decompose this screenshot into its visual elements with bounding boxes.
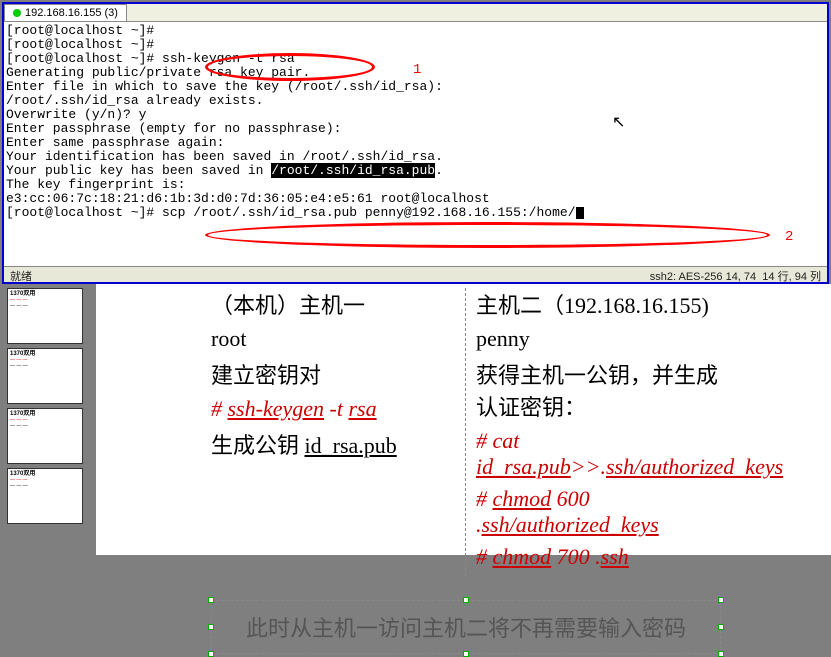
host2-title: 主机二（192.168.16.155) <box>476 288 721 320</box>
thumbnail-slide[interactable]: 1370双用— — —— — — <box>7 348 83 404</box>
resize-handle-icon[interactable] <box>718 624 724 630</box>
resize-handle-icon[interactable] <box>208 624 214 630</box>
status-left: 就绪 <box>10 268 32 281</box>
status-position: 14 行, 94 列 <box>762 271 821 283</box>
status-dot-icon <box>13 9 21 17</box>
resize-handle-icon[interactable] <box>718 651 724 657</box>
terminal-line: Enter passphrase (empty for no passphras… <box>6 122 825 136</box>
terminal-line: [root@localhost ~]# scp /root/.ssh/id_rs… <box>6 206 825 220</box>
presentation-area: 1370双用— — —— — — 1370双用— — —— — — 1370双用… <box>0 284 831 555</box>
resize-handle-icon[interactable] <box>208 597 214 603</box>
tab-ssh-session[interactable]: 192.168.16.155 (3) <box>4 4 127 21</box>
resize-handle-icon[interactable] <box>463 597 469 603</box>
status-bar: 就绪 ssh2: AES-256 14, 74 14 行, 94 列 <box>4 266 827 282</box>
annotation-label-1: 1 <box>413 62 421 78</box>
slide-footer-textbox[interactable]: 此时从主机一访问主机二将不再需要输入密码 <box>211 600 721 654</box>
terminal-window: 192.168.16.155 (3) [root@localhost ~]#[r… <box>2 2 829 284</box>
host2-user: penny <box>476 326 721 352</box>
terminal-line: Enter file in which to save the key (/ro… <box>6 80 825 94</box>
slide-main: （本机）主机一 root 建立密钥对 # ssh-keygen -t rsa 生… <box>96 284 831 555</box>
thumbnail-slide[interactable]: 1370双用— — —— — — <box>7 408 83 464</box>
host1-title: （本机）主机一 <box>211 288 455 320</box>
tab-strip: 192.168.16.155 (3) <box>4 4 827 22</box>
terminal-line: The key fingerprint is: <box>6 178 825 192</box>
host1-step2: 生成公钥 id_rsa.pub <box>211 428 455 460</box>
mouse-cursor-icon: ↖ <box>612 112 625 132</box>
terminal-cursor-icon <box>576 207 584 219</box>
thumbnail-slide[interactable]: 1370双用— — —— — — <box>7 288 83 344</box>
host2-cmd1: # cat id_rsa.pub>>.ssh/authorized_keys <box>476 428 721 480</box>
host2-step1: 获得主机一公钥，并生成认证密钥： <box>476 358 721 422</box>
terminal-line: [root@localhost ~]# <box>6 24 825 38</box>
thumbnail-slide[interactable]: 1370双用— — —— — — <box>7 468 83 524</box>
terminal-line: Enter same passphrase again: <box>6 136 825 150</box>
terminal-body[interactable]: [root@localhost ~]#[root@localhost ~]# [r… <box>4 22 827 222</box>
host2-cmd3: # chmod 700 .ssh <box>476 544 721 570</box>
resize-handle-icon[interactable] <box>463 651 469 657</box>
annotation-label-2: 2 <box>785 229 793 245</box>
status-proto: ssh2: AES-256 14, 74 <box>650 271 756 283</box>
host1-step1: 建立密钥对 <box>211 358 455 390</box>
slide-thumbnails: 1370双用— — —— — — 1370双用— — —— — — 1370双用… <box>0 284 90 555</box>
terminal-line: Overwrite (y/n)? y <box>6 108 825 122</box>
terminal-line: e3:cc:06:7c:18:21:d6:1b:3d:d0:7d:36:05:e… <box>6 192 825 206</box>
slide-col-right: 主机二（192.168.16.155) penny 获得主机一公钥，并生成认证密… <box>466 288 721 576</box>
terminal-line: [root@localhost ~]# <box>6 38 825 52</box>
terminal-line: /root/.ssh/id_rsa already exists. <box>6 94 825 108</box>
resize-handle-icon[interactable] <box>718 597 724 603</box>
slide-col-left: （本机）主机一 root 建立密钥对 # ssh-keygen -t rsa 生… <box>211 288 466 576</box>
host2-cmd2: # chmod 600 .ssh/authorized_keys <box>476 486 721 538</box>
host1-user: root <box>211 326 455 352</box>
terminal-line: Your identification has been saved in /r… <box>6 150 825 164</box>
resize-handle-icon[interactable] <box>208 651 214 657</box>
slide-footer-text: 此时从主机一访问主机二将不再需要输入密码 <box>246 616 686 641</box>
host1-cmd1: # ssh-keygen -t rsa <box>211 396 455 422</box>
tab-title: 192.168.16.155 (3) <box>25 7 118 19</box>
terminal-line: Your public key has been saved in /root/… <box>6 164 825 178</box>
